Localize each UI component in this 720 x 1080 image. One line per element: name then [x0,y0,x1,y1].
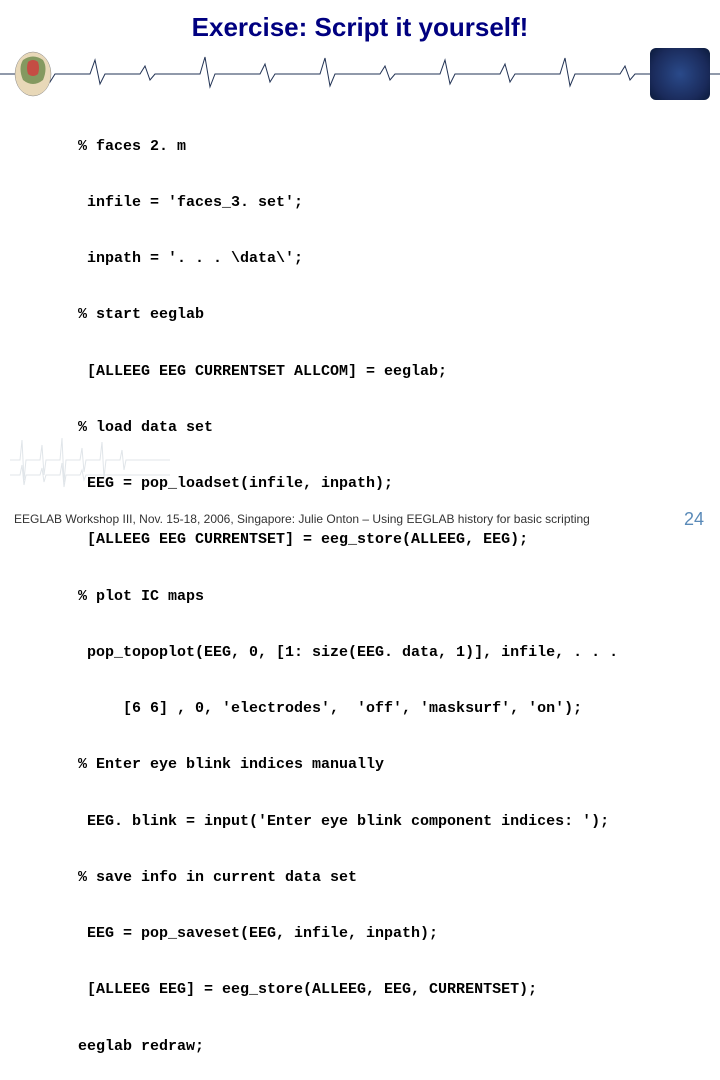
code-line: [ALLEEG EEG CURRENTSET ALLCOM] = eeglab; [78,363,680,382]
code-block: % faces 2. m infile = 'faces_3. set'; in… [78,100,680,1080]
code-line: eeglab redraw; [78,1038,680,1057]
code-line: EEG. blink = input('Enter eye blink comp… [78,813,680,832]
slide: Exercise: Script it yourself! % faces 2.… [0,0,720,540]
slide-title: Exercise: Script it yourself! [0,0,720,43]
code-line: % Enter eye blink indices manually [78,756,680,775]
code-line: % save info in current data set [78,869,680,888]
code-line: pop_topoplot(EEG, 0, [1: size(EEG. data,… [78,644,680,663]
code-line: % plot IC maps [78,588,680,607]
code-line: infile = 'faces_3. set'; [78,194,680,213]
code-line: EEG = pop_saveset(EEG, infile, inpath); [78,925,680,944]
code-line: [ALLEEG EEG] = eeg_store(ALLEEG, EEG, CU… [78,981,680,1000]
code-line: inpath = '. . . \data\'; [78,250,680,269]
slide-footer: EEGLAB Workshop III, Nov. 15-18, 2006, S… [14,512,590,526]
faint-waveform-decoration [10,430,170,490]
code-line: % start eeglab [78,306,680,325]
page-number: 24 [684,509,704,530]
code-line: % faces 2. m [78,138,680,157]
code-line: [6 6] , 0, 'electrodes', 'off', 'masksur… [78,700,680,719]
code-line: [ALLEEG EEG CURRENTSET] = eeg_store(ALLE… [78,531,680,550]
sccn-logo [650,48,710,100]
brain-head-icon [8,48,58,98]
eeg-waveform-decoration [0,52,720,92]
